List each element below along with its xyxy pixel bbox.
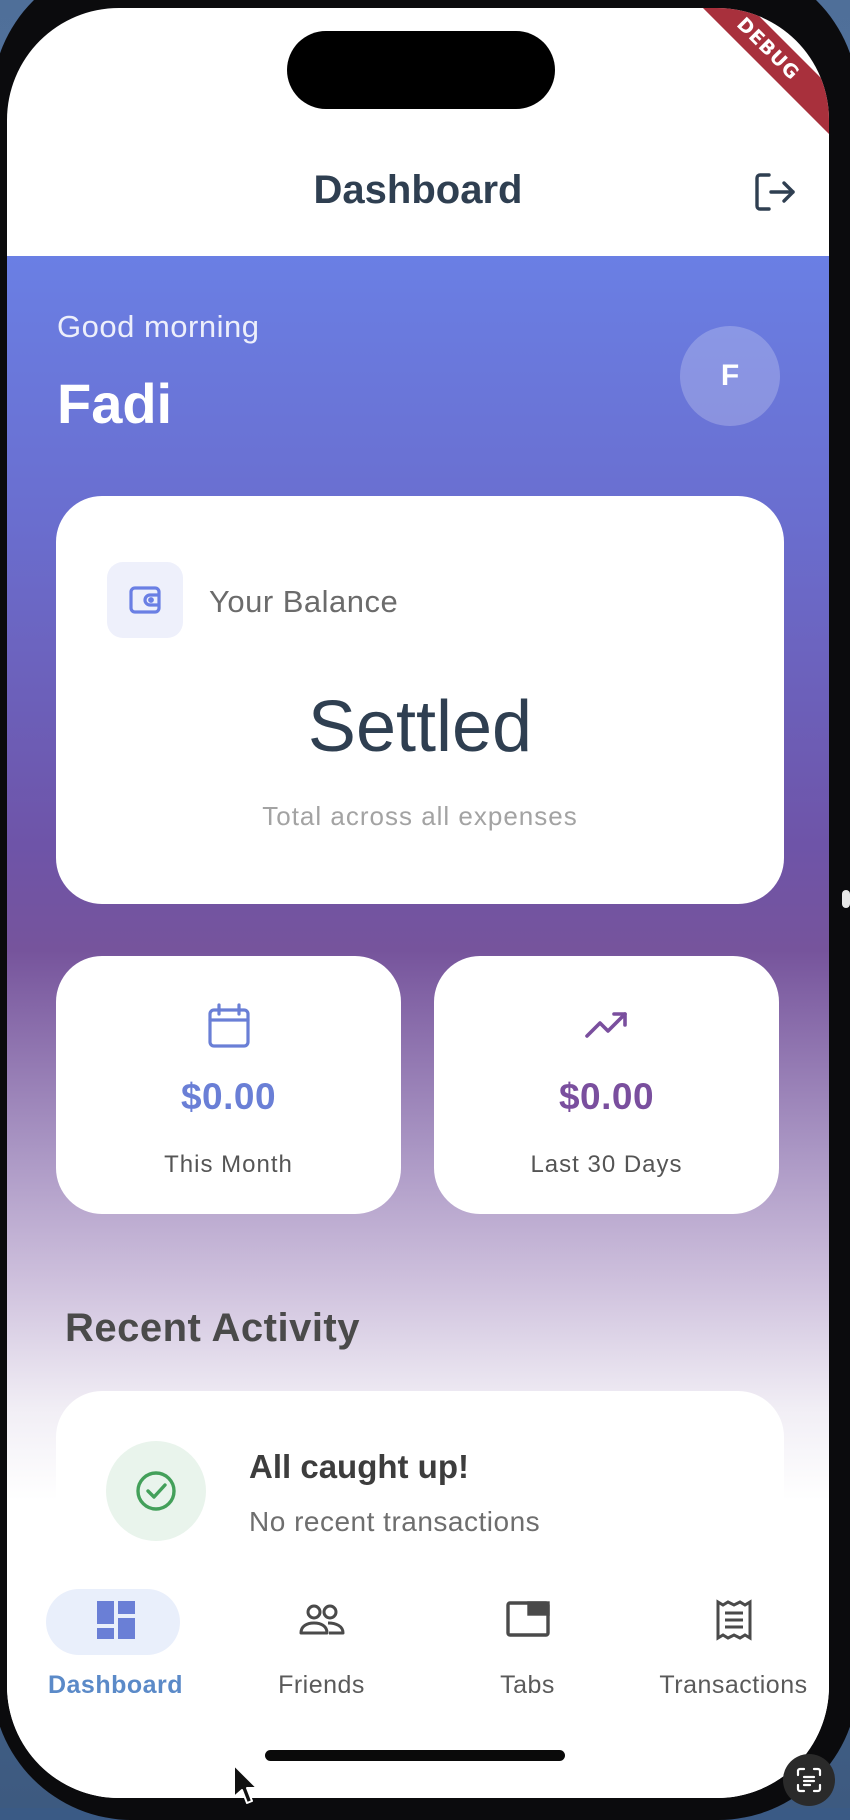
nav-label: Transactions xyxy=(659,1671,808,1699)
stat-label: This Month xyxy=(164,1151,293,1178)
logout-button[interactable] xyxy=(751,168,799,216)
app-bar: Dashboard xyxy=(7,128,829,256)
nav-label: Tabs xyxy=(500,1671,555,1699)
nav-item-dashboard[interactable]: Dashboard xyxy=(13,1553,218,1699)
nav-item-transactions[interactable]: Transactions xyxy=(631,1553,829,1699)
page-title: Dashboard xyxy=(313,168,523,212)
greeting-text: Good morning xyxy=(57,309,260,344)
check-icon-container xyxy=(106,1441,206,1541)
wallet-icon xyxy=(129,586,161,614)
balance-value: Settled xyxy=(307,687,533,767)
receipt-icon xyxy=(716,1599,752,1641)
nav-item-friends[interactable]: Friends xyxy=(219,1553,424,1699)
stat-value: $0.00 xyxy=(180,1076,277,1117)
trending-up-icon xyxy=(585,1012,627,1038)
hero-section: Good morning Fadi F Your Balance Settled… xyxy=(7,256,829,1611)
nav-label: Dashboard xyxy=(47,1671,184,1699)
nav-item-tabs[interactable]: Tabs xyxy=(425,1553,630,1699)
empty-state-title: All caught up! xyxy=(249,1448,469,1485)
friends-icon xyxy=(299,1604,345,1635)
mouse-cursor-icon xyxy=(233,1764,258,1804)
dynamic-island xyxy=(287,31,555,109)
balance-subtitle: Total across all expenses xyxy=(262,801,578,831)
calendar-icon xyxy=(208,1003,250,1048)
stat-value: $0.00 xyxy=(558,1076,655,1117)
screenshot-scan-button[interactable] xyxy=(783,1754,835,1806)
stat-card-this-month[interactable]: $0.00 This Month xyxy=(56,956,401,1214)
empty-state-subtitle: No recent transactions xyxy=(249,1506,541,1537)
avatar[interactable]: F xyxy=(680,326,780,426)
logout-icon xyxy=(755,173,795,211)
bottom-navigation: Dashboard Friends Tabs Transactions xyxy=(7,1553,829,1798)
recent-activity-heading: Recent Activity xyxy=(65,1306,360,1350)
balance-label: Your Balance xyxy=(209,584,399,619)
wallet-icon-container xyxy=(107,562,183,638)
tabs-icon xyxy=(506,1601,550,1637)
phone-screen: DEBUG Dashboard Good morning Fadi F Your… xyxy=(7,8,829,1798)
nav-label: Friends xyxy=(278,1671,365,1699)
check-circle-icon xyxy=(136,1471,176,1511)
dashboard-icon xyxy=(97,1601,135,1639)
text-scan-icon xyxy=(796,1767,822,1793)
stat-card-last-30-days[interactable]: $0.00 Last 30 Days xyxy=(434,956,779,1214)
side-button xyxy=(842,890,850,908)
home-indicator[interactable] xyxy=(265,1750,565,1761)
user-name: Fadi xyxy=(57,372,173,435)
stat-label: Last 30 Days xyxy=(530,1151,683,1178)
balance-card: Your Balance Settled Total across all ex… xyxy=(56,496,784,904)
